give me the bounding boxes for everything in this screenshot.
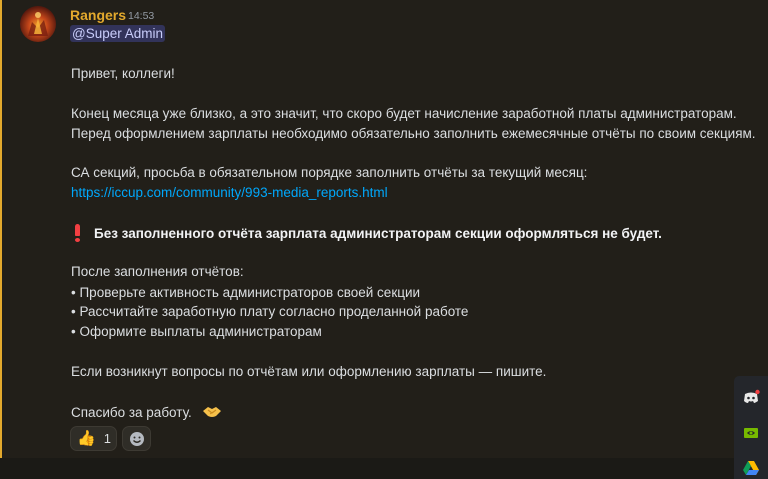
warning-line: Без заполненного отчёта зарплата админис… (74, 224, 662, 242)
warning-text: Без заполненного отчёта зарплата админис… (94, 226, 662, 241)
reports-link[interactable]: https://iccup.com/community/993-media_re… (71, 185, 388, 200)
nvidia-icon[interactable] (742, 424, 760, 442)
add-reaction-button[interactable] (122, 426, 151, 451)
thanks-line: Спасибо за работу. (71, 404, 222, 420)
timestamp[interactable]: 14:53 (128, 10, 154, 22)
paragraph-1-line-2: Перед оформлением зарплаты необходимо об… (71, 126, 756, 141)
thumbs-up-icon: 👍 (77, 429, 96, 447)
questions-text: Если возникнут вопросы по отчётам или оф… (71, 364, 547, 379)
list-item: • Оформите выплаты администраторам (71, 324, 322, 339)
message-container: Rangers 14:53 @Super Admin Привет, колле… (0, 0, 768, 458)
list-item: • Рассчитайте заработную плату согласно … (71, 304, 469, 319)
paragraph-2-text: СА секций, просьба в обязательном порядк… (71, 165, 588, 180)
thanks-text: Спасибо за работу. (71, 405, 192, 420)
exclamation-icon (74, 224, 80, 242)
paragraph-1-line-1: Конец месяца уже близко, а это значит, ч… (71, 106, 737, 121)
greeting-text: Привет, коллеги! (71, 66, 175, 81)
reaction-thumbs-up[interactable]: 👍 1 (70, 426, 117, 451)
avatar[interactable] (20, 6, 56, 42)
handshake-icon (202, 407, 221, 417)
after-title-text: После заполнения отчётов: (71, 264, 244, 279)
smile-icon (129, 431, 144, 446)
system-tray (734, 376, 768, 479)
google-drive-icon[interactable] (742, 459, 760, 477)
list-item: • Проверьте активность администраторов с… (71, 285, 421, 300)
discord-icon[interactable] (742, 389, 760, 407)
reaction-count: 1 (103, 431, 111, 446)
author-name[interactable]: Rangers (70, 7, 126, 23)
user-mention[interactable]: @Super Admin (70, 25, 165, 42)
